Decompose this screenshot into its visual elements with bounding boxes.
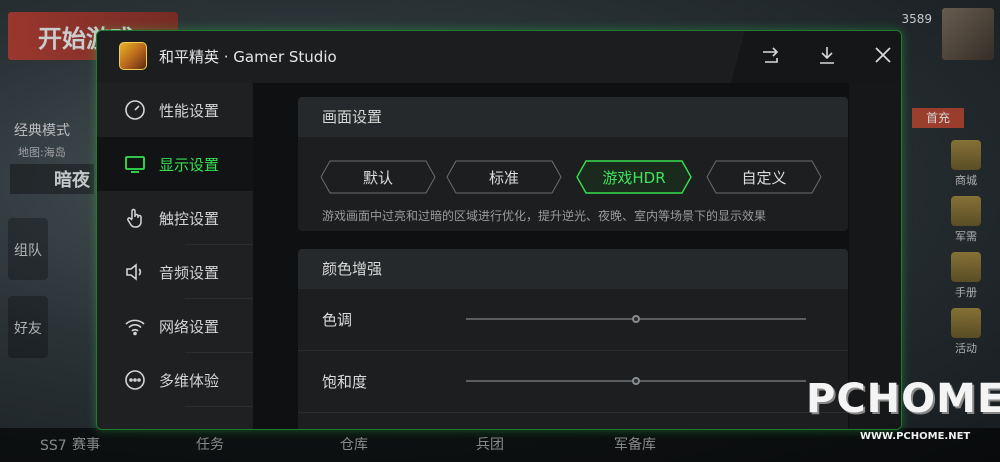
more-dots-icon bbox=[123, 368, 147, 392]
sidebar-item-label: 性能设置 bbox=[159, 101, 220, 120]
display-settings-panel: 画面设置 默认 标准 游戏HDR 自定义 游戏画面中过亮和过暗的区域进行优化，提… bbox=[298, 97, 848, 231]
handbook-button[interactable]: 手册 bbox=[948, 252, 984, 300]
panel-title: 颜色增强 bbox=[298, 249, 848, 289]
color-enhance-panel: 颜色增强 色调 饱和度 bbox=[298, 249, 848, 429]
bottom-nav-events[interactable]: 赛事 bbox=[72, 434, 100, 454]
night-mode-badge: 暗夜 bbox=[10, 164, 94, 194]
close-icon bbox=[875, 47, 891, 63]
sidebar-item-audio[interactable]: 音频设置 bbox=[97, 245, 253, 299]
sidebar-item-display[interactable]: 显示设置 bbox=[97, 137, 253, 191]
title-bar: 和平精英 · Gamer Studio bbox=[97, 31, 901, 83]
share-icon bbox=[763, 47, 779, 63]
mode-button-game-hdr[interactable]: 游戏HDR bbox=[576, 160, 692, 194]
game-app-icon bbox=[119, 42, 147, 70]
slider-label: 色调 bbox=[322, 311, 353, 329]
download-icon bbox=[820, 47, 834, 64]
sidebar-item-multidimension[interactable]: 多维体验 bbox=[97, 353, 253, 407]
download-button[interactable] bbox=[813, 41, 841, 69]
map-label: 地图:海岛 bbox=[18, 146, 66, 159]
hue-slider[interactable] bbox=[466, 315, 806, 323]
mode-button-custom[interactable]: 自定义 bbox=[706, 160, 822, 194]
sidebar-divider bbox=[185, 406, 253, 407]
bottom-nav-tasks[interactable]: 任务 bbox=[196, 434, 224, 454]
speaker-icon bbox=[123, 260, 147, 284]
settings-sidebar: 性能设置 显示设置 触控设置 音频设置 网络设置 多维体验 bbox=[97, 83, 253, 429]
team-button[interactable]: 组队 bbox=[8, 218, 48, 280]
hue-slider-row: 色调 bbox=[298, 289, 848, 351]
bottom-nav-inventory[interactable]: 仓库 bbox=[340, 434, 368, 454]
saturation-slider[interactable] bbox=[466, 377, 806, 385]
sidebar-item-performance[interactable]: 性能设置 bbox=[97, 83, 253, 137]
saturation-slider-row: 饱和度 bbox=[298, 351, 848, 413]
share-button[interactable] bbox=[757, 41, 785, 69]
slider-thumb[interactable] bbox=[632, 315, 640, 323]
events-button[interactable]: 活动 bbox=[948, 308, 984, 356]
supplies-button[interactable]: 军需 bbox=[948, 196, 984, 244]
sidebar-item-label: 音频设置 bbox=[159, 263, 220, 282]
season-badge: SS7 bbox=[40, 438, 67, 454]
sidebar-item-touch[interactable]: 触控设置 bbox=[97, 191, 253, 245]
speedometer-icon bbox=[123, 98, 147, 122]
close-button[interactable] bbox=[869, 41, 897, 69]
touch-hand-icon bbox=[123, 206, 147, 230]
slider-label: 饱和度 bbox=[322, 373, 368, 391]
sidebar-item-label: 触控设置 bbox=[159, 209, 220, 228]
sidebar-divider bbox=[185, 352, 253, 353]
game-mode-label: 经典模式 bbox=[14, 123, 70, 139]
sidebar-item-label: 多维体验 bbox=[159, 371, 220, 390]
wifi-icon bbox=[123, 314, 147, 338]
pchome-watermark: PCHOME WWW.PCHOME.NET bbox=[806, 368, 1000, 448]
mode-description: 游戏画面中过亮和过暗的区域进行优化，提升逆光、夜晚、室内等场景下的显示效果 bbox=[322, 209, 767, 223]
panel-title: 画面设置 bbox=[298, 97, 848, 137]
slider-thumb[interactable] bbox=[632, 377, 640, 385]
sidebar-item-label: 网络设置 bbox=[159, 317, 220, 336]
sidebar-divider bbox=[185, 244, 253, 245]
window-controls bbox=[731, 31, 901, 83]
sidebar-divider bbox=[185, 298, 253, 299]
gamer-studio-window: 和平精英 · Gamer Studio 性能设置 显示设置 触控设置 音频设置 … bbox=[96, 30, 902, 430]
settings-content: 画面设置 默认 标准 游戏HDR 自定义 游戏画面中过亮和过暗的区域进行优化，提… bbox=[253, 83, 901, 429]
sidebar-item-label: 显示设置 bbox=[159, 155, 220, 174]
watermark-url: WWW.PCHOME.NET bbox=[860, 431, 971, 442]
window-title: 和平精英 · Gamer Studio bbox=[159, 48, 337, 66]
bottom-nav-armory[interactable]: 军备库 bbox=[614, 434, 656, 454]
sidebar-item-network[interactable]: 网络设置 bbox=[97, 299, 253, 353]
mode-button-standard[interactable]: 标准 bbox=[446, 160, 562, 194]
watermark-logo: PCHOME bbox=[806, 376, 1000, 422]
bottom-nav-corps[interactable]: 兵团 bbox=[476, 434, 504, 454]
shop-button[interactable]: 商城 bbox=[948, 140, 984, 188]
friends-button[interactable]: 好友 bbox=[8, 296, 48, 358]
monitor-icon bbox=[123, 152, 147, 176]
mode-button-default[interactable]: 默认 bbox=[320, 160, 436, 194]
